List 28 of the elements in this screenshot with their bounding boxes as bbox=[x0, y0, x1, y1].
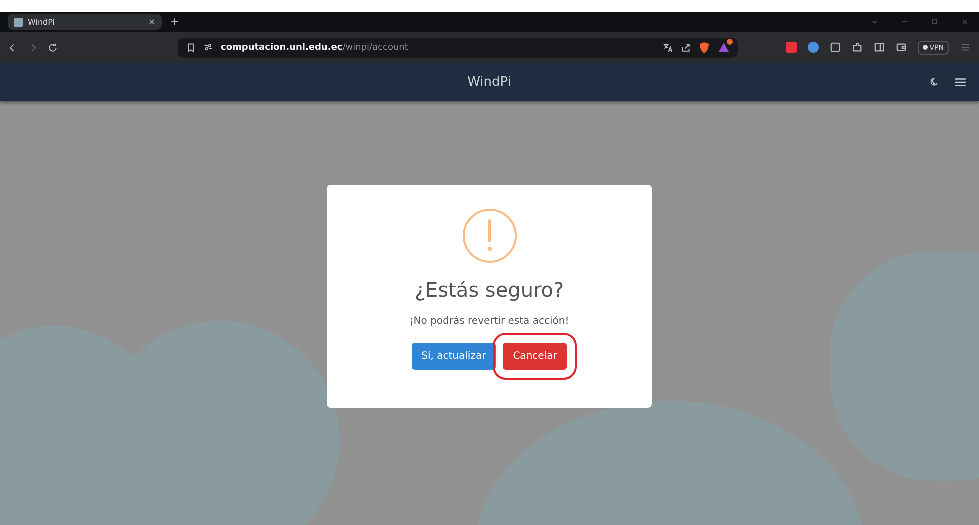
dialog-title: ¿Estás seguro? bbox=[414, 278, 564, 302]
menu-icon[interactable] bbox=[954, 76, 967, 88]
bookmark-icon[interactable] bbox=[186, 42, 196, 52]
triangle-icon[interactable] bbox=[718, 42, 730, 53]
extension-icon[interactable] bbox=[786, 42, 797, 53]
browser-tab[interactable]: WindPi bbox=[8, 14, 162, 30]
sidebar-icon[interactable] bbox=[874, 42, 885, 53]
puzzle-icon[interactable] bbox=[852, 42, 863, 53]
app-title: WindPi bbox=[468, 74, 512, 90]
site-settings-icon[interactable] bbox=[204, 43, 213, 52]
confirm-button[interactable]: Sí, actualizar bbox=[412, 343, 496, 370]
share-icon[interactable] bbox=[681, 42, 691, 52]
address-bar[interactable]: computacion.unl.edu.ec/winpi/account bbox=[178, 38, 738, 58]
extension-icon[interactable] bbox=[830, 42, 841, 53]
moon-icon[interactable] bbox=[930, 77, 940, 87]
translate-icon[interactable] bbox=[663, 42, 673, 52]
exclamation-circle-icon bbox=[462, 208, 518, 264]
app-favicon-icon bbox=[14, 18, 23, 26]
chevron-down-icon[interactable] bbox=[871, 18, 879, 26]
cancel-button[interactable]: Cancelar bbox=[503, 343, 568, 370]
wallet-icon[interactable] bbox=[896, 42, 907, 53]
tab-title: WindPi bbox=[28, 18, 56, 26]
close-icon[interactable] bbox=[148, 18, 156, 26]
extension-icon[interactable] bbox=[808, 42, 819, 53]
dialog-message: ¡No podrás revertir esta acción! bbox=[410, 316, 570, 327]
reload-icon[interactable] bbox=[48, 42, 58, 52]
url-text: computacion.unl.edu.ec/winpi/account bbox=[221, 42, 410, 52]
plus-icon[interactable] bbox=[170, 17, 180, 27]
